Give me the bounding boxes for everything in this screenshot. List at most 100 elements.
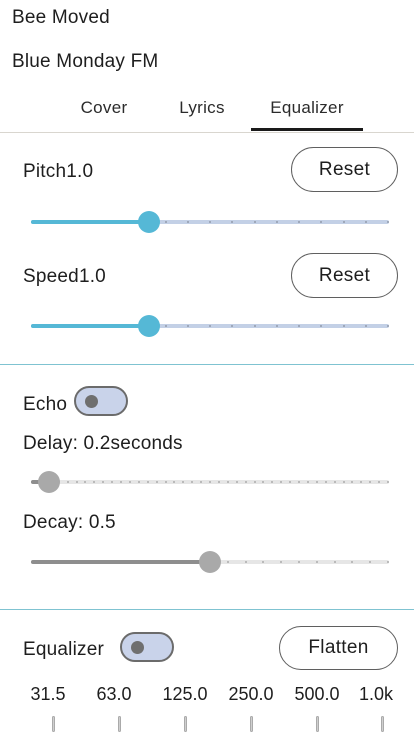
slider-tick xyxy=(245,561,247,563)
eq-band-label: 63.0 xyxy=(96,684,132,704)
slider-track-active xyxy=(31,560,210,564)
echo-toggle[interactable] xyxy=(74,386,128,416)
slider-thumb[interactable] xyxy=(199,551,221,573)
slider-tick xyxy=(227,561,229,563)
slider-tick xyxy=(165,481,167,483)
slider-tick xyxy=(365,221,367,223)
slider-tick xyxy=(138,481,140,483)
slider-tick xyxy=(147,481,149,483)
slider-tick xyxy=(369,561,371,563)
slider-tick xyxy=(236,481,238,483)
eq-band-slider[interactable] xyxy=(250,716,253,732)
slider-tick xyxy=(365,325,367,327)
slider-tick xyxy=(76,481,78,483)
slider-tick xyxy=(254,221,256,223)
tab-equalizer[interactable]: Equalizer xyxy=(251,98,363,118)
slider-tick xyxy=(307,481,309,483)
slider-thumb[interactable] xyxy=(38,471,60,493)
slider-tick xyxy=(351,561,353,563)
slider-tick xyxy=(67,481,69,483)
slider-tick xyxy=(298,221,300,223)
slider-tick xyxy=(254,325,256,327)
slider-tick xyxy=(387,221,389,223)
slider-tick xyxy=(271,481,273,483)
slider-tick xyxy=(298,325,300,327)
speed-slider[interactable] xyxy=(31,314,389,338)
slider-tick xyxy=(102,481,104,483)
slider-tick xyxy=(200,481,202,483)
eq-band-slider[interactable] xyxy=(381,716,384,732)
eq-band-slider[interactable] xyxy=(316,716,319,732)
slider-thumb[interactable] xyxy=(138,211,160,233)
slider-tick xyxy=(360,481,362,483)
tab-lyrics[interactable]: Lyrics xyxy=(162,98,242,118)
tab-selected-indicator xyxy=(251,128,363,131)
slider-tick xyxy=(351,481,353,483)
section-divider-equalizer xyxy=(0,609,414,610)
slider-tick xyxy=(387,325,389,327)
decay-label: Decay: 0.5 xyxy=(23,512,116,533)
slider-tick xyxy=(84,481,86,483)
slider-tick xyxy=(218,481,220,483)
equalizer-toggle[interactable] xyxy=(120,632,174,662)
track-title: Bee Moved xyxy=(12,7,110,28)
equalizer-toggle-knob xyxy=(131,641,144,654)
tab-cover[interactable]: Cover xyxy=(64,98,144,118)
slider-tick xyxy=(316,481,318,483)
slider-tick xyxy=(298,481,300,483)
slider-tick xyxy=(165,221,167,223)
slider-tick xyxy=(334,561,336,563)
slider-tick xyxy=(187,221,189,223)
slider-tick xyxy=(343,481,345,483)
eq-band-label: 125.0 xyxy=(162,684,208,704)
slider-tick xyxy=(245,481,247,483)
slider-tick xyxy=(320,221,322,223)
slider-thumb[interactable] xyxy=(138,315,160,337)
decay-slider[interactable] xyxy=(31,550,389,574)
eq-band-slider[interactable] xyxy=(184,716,187,732)
eq-band-slider[interactable] xyxy=(52,716,55,732)
slider-tick xyxy=(378,481,380,483)
slider-tick xyxy=(209,325,211,327)
slider-tick xyxy=(334,481,336,483)
slider-tick xyxy=(209,221,211,223)
station-name: Blue Monday FM xyxy=(12,51,159,72)
echo-toggle-knob xyxy=(85,395,98,408)
speed-reset-button[interactable]: Reset xyxy=(291,253,398,298)
slider-tick xyxy=(111,481,113,483)
slider-tick xyxy=(231,325,233,327)
slider-tick xyxy=(182,481,184,483)
slider-tick xyxy=(209,481,211,483)
eq-band-label: 1.0k xyxy=(358,684,394,704)
echo-label: Echo xyxy=(23,394,68,415)
equalizer-label: Equalizer xyxy=(23,639,105,660)
slider-tick xyxy=(93,481,95,483)
eq-band-label: 500.0 xyxy=(294,684,340,704)
slider-tick xyxy=(231,221,233,223)
slider-track-active xyxy=(31,324,149,328)
slider-tick xyxy=(316,561,318,563)
flatten-button[interactable]: Flatten xyxy=(279,626,398,670)
slider-tick xyxy=(387,481,389,483)
slider-tick xyxy=(343,221,345,223)
slider-tick xyxy=(173,481,175,483)
slider-tick xyxy=(369,481,371,483)
section-divider-effects xyxy=(0,364,414,365)
slider-tick xyxy=(325,481,327,483)
slider-tick xyxy=(227,481,229,483)
eq-band-slider[interactable] xyxy=(118,716,121,732)
slider-tick xyxy=(187,325,189,327)
slider-tick xyxy=(298,561,300,563)
eq-band-label: 250.0 xyxy=(228,684,274,704)
slider-tick xyxy=(276,325,278,327)
pitch-reset-button[interactable]: Reset xyxy=(291,147,398,192)
slider-tick xyxy=(156,481,158,483)
delay-slider[interactable] xyxy=(31,470,389,494)
pitch-slider[interactable] xyxy=(31,210,389,234)
slider-tick xyxy=(280,561,282,563)
slider-tick xyxy=(165,325,167,327)
slider-tick xyxy=(120,481,122,483)
slider-tick xyxy=(191,481,193,483)
eq-band-label: 31.5 xyxy=(30,684,66,704)
slider-tick xyxy=(320,325,322,327)
